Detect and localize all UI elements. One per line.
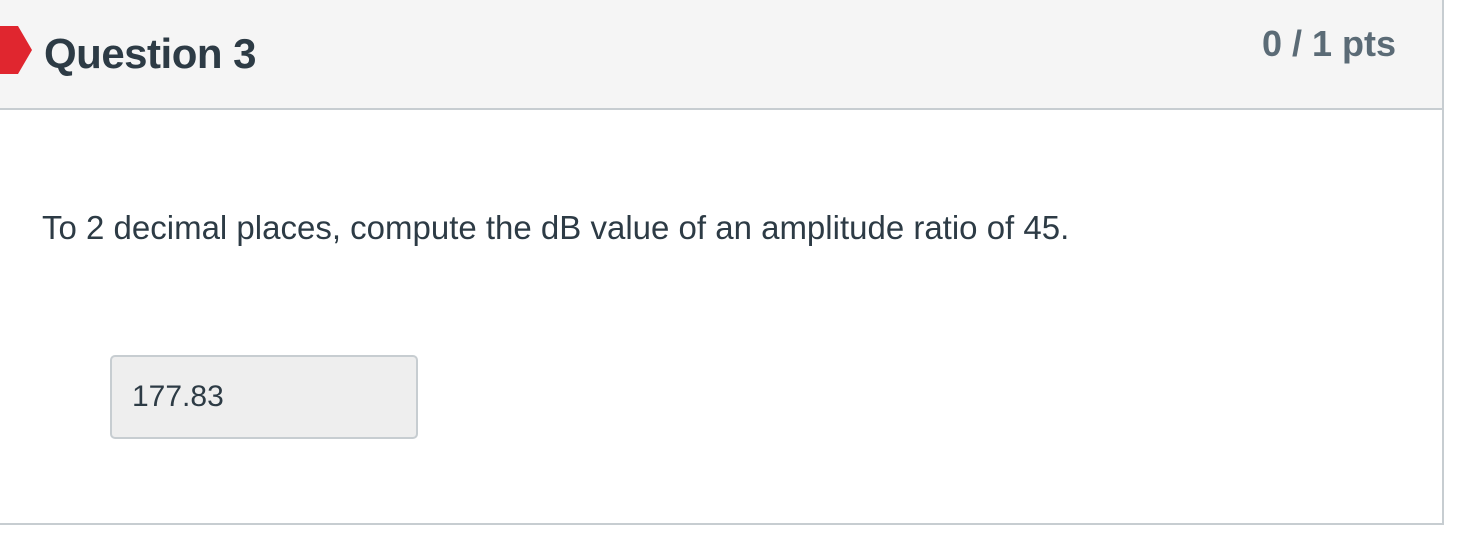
question-title: Question 3 xyxy=(44,30,257,77)
question-text: To 2 decimal places, compute the dB valu… xyxy=(42,209,1070,246)
answer-input[interactable]: 177.83 xyxy=(110,355,418,439)
incorrect-flag-icon xyxy=(0,26,32,74)
question-card: Question 3 0 / 1 pts To 2 decimal places… xyxy=(0,0,1444,525)
question-header: Question 3 0 / 1 pts xyxy=(0,0,1442,110)
question-points: 0 / 1 pts xyxy=(1261,23,1396,64)
